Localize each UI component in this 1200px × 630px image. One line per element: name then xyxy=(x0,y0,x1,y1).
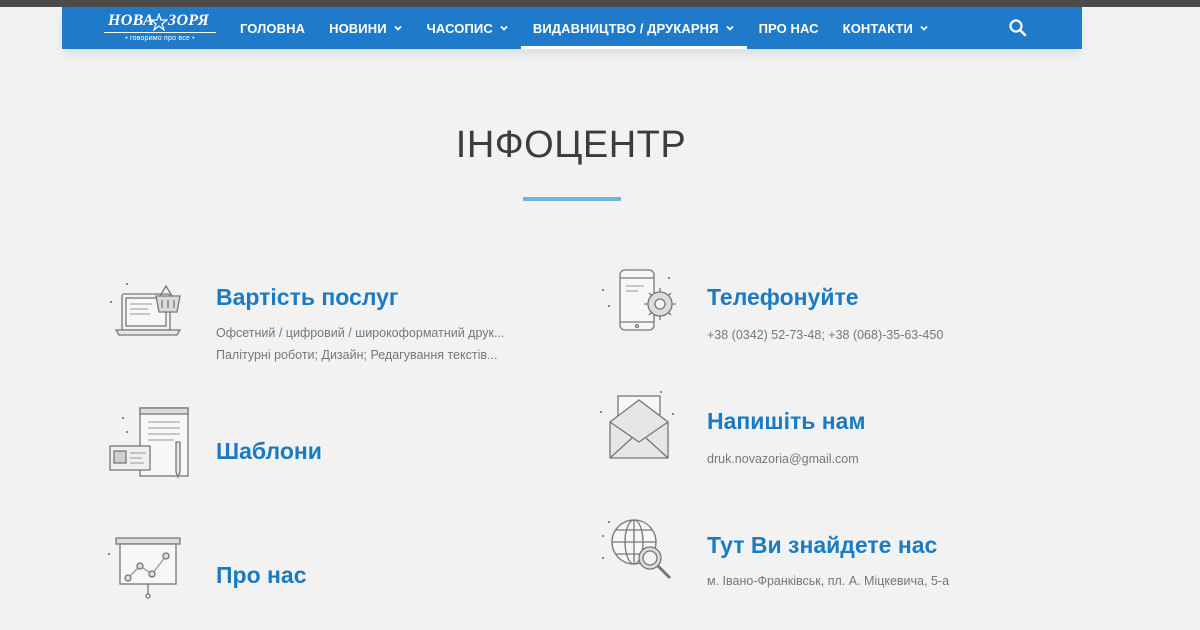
nav-item-label: ГОЛОВНА xyxy=(240,20,306,36)
chevron-down-icon xyxy=(394,25,402,31)
nav-item-contacts[interactable]: КОНТАКТИ xyxy=(831,7,941,49)
card-services-line-2: Палітурні роботи; Дизайн; Редагування те… xyxy=(216,348,498,362)
logo-slogan: • говоримо про все • xyxy=(125,35,195,42)
envelope-icon xyxy=(600,391,674,459)
nav-item-label: ВИДАВНИЦТВО / ДРУКАРНЯ xyxy=(532,20,719,36)
main-navigation: НОВА ЗОРЯ • говоримо про все • ГОЛОВНА Н… xyxy=(62,7,1082,49)
card-phone-line-1: +38 (0342) 52-73-48; +38 (068)-35-63-450 xyxy=(707,328,944,342)
nav-item-about[interactable]: ПРО НАС xyxy=(747,7,831,49)
presentation-board-icon xyxy=(108,537,181,599)
card-templates-title[interactable]: Шаблони xyxy=(216,438,322,465)
menu-bar: ГОЛОВНА НОВИНИ ЧАСОПИС ВИДАВНИЦТВО / ДРУ… xyxy=(228,7,941,49)
site-logo[interactable]: НОВА ЗОРЯ • говоримо про все • xyxy=(104,11,216,45)
card-write-email[interactable]: druk.novazoria@gmail.com xyxy=(707,448,859,470)
logo-divider xyxy=(104,32,216,33)
nav-item-label: ЧАСОПИС xyxy=(426,20,493,36)
nav-item-label: ПРО НАС xyxy=(758,20,819,36)
search-icon[interactable] xyxy=(1008,18,1028,38)
globe-search-icon xyxy=(602,519,672,580)
page-title: ІНФОЦЕНТР xyxy=(455,124,687,166)
title-underline xyxy=(523,197,621,201)
nav-item-news[interactable]: НОВИНИ xyxy=(317,7,415,49)
card-services-line-1: Офсетний / цифровий / широкоформатний др… xyxy=(216,326,505,340)
chevron-down-icon xyxy=(725,25,734,31)
nav-item-magazine[interactable]: ЧАСОПИС xyxy=(415,7,521,49)
card-about-title[interactable]: Про нас xyxy=(216,562,307,589)
nav-item-label: КОНТАКТИ xyxy=(842,20,913,36)
card-services: Вартість послуг Офсетний / цифровий / ши… xyxy=(104,272,544,372)
nav-item-home[interactable]: ГОЛОВНА xyxy=(228,7,317,49)
card-phone-title[interactable]: Телефонуйте xyxy=(707,284,859,311)
browser-top-strip xyxy=(0,0,1200,7)
card-find-title[interactable]: Тут Ви знайдете нас xyxy=(707,532,937,559)
card-find-address: м. Івано-Франківськ, пл. А. Міцкевича, 5… xyxy=(707,574,950,588)
card-write-title[interactable]: Напишіть нам xyxy=(707,408,865,435)
laptop-basket-icon xyxy=(110,283,182,336)
card-phone: Телефонуйте +38 (0342) 52-73-48; +38 (06… xyxy=(596,268,1076,354)
nav-item-label: НОВИНИ xyxy=(329,20,387,36)
phone-gear-icon xyxy=(602,269,676,331)
card-find: Тут Ви знайдете нас м. Івано-Франківськ,… xyxy=(596,510,1076,596)
chevron-down-icon xyxy=(920,25,928,31)
card-write: Напишіть нам druk.novazoria@gmail.com xyxy=(596,386,1076,472)
document-pencil-icon xyxy=(109,407,189,479)
card-about: Про нас xyxy=(104,530,544,616)
chevron-down-icon xyxy=(500,25,508,31)
card-templates: Шаблони xyxy=(104,404,544,490)
logo-star-icon xyxy=(150,13,168,31)
card-services-title[interactable]: Вартість послуг xyxy=(216,284,399,311)
logo-word-2: ЗОРЯ xyxy=(168,12,210,29)
nav-item-publishing[interactable]: ВИДАВНИЦТВО / ДРУКАРНЯ xyxy=(520,7,747,49)
logo-word-1: НОВА xyxy=(108,12,154,29)
